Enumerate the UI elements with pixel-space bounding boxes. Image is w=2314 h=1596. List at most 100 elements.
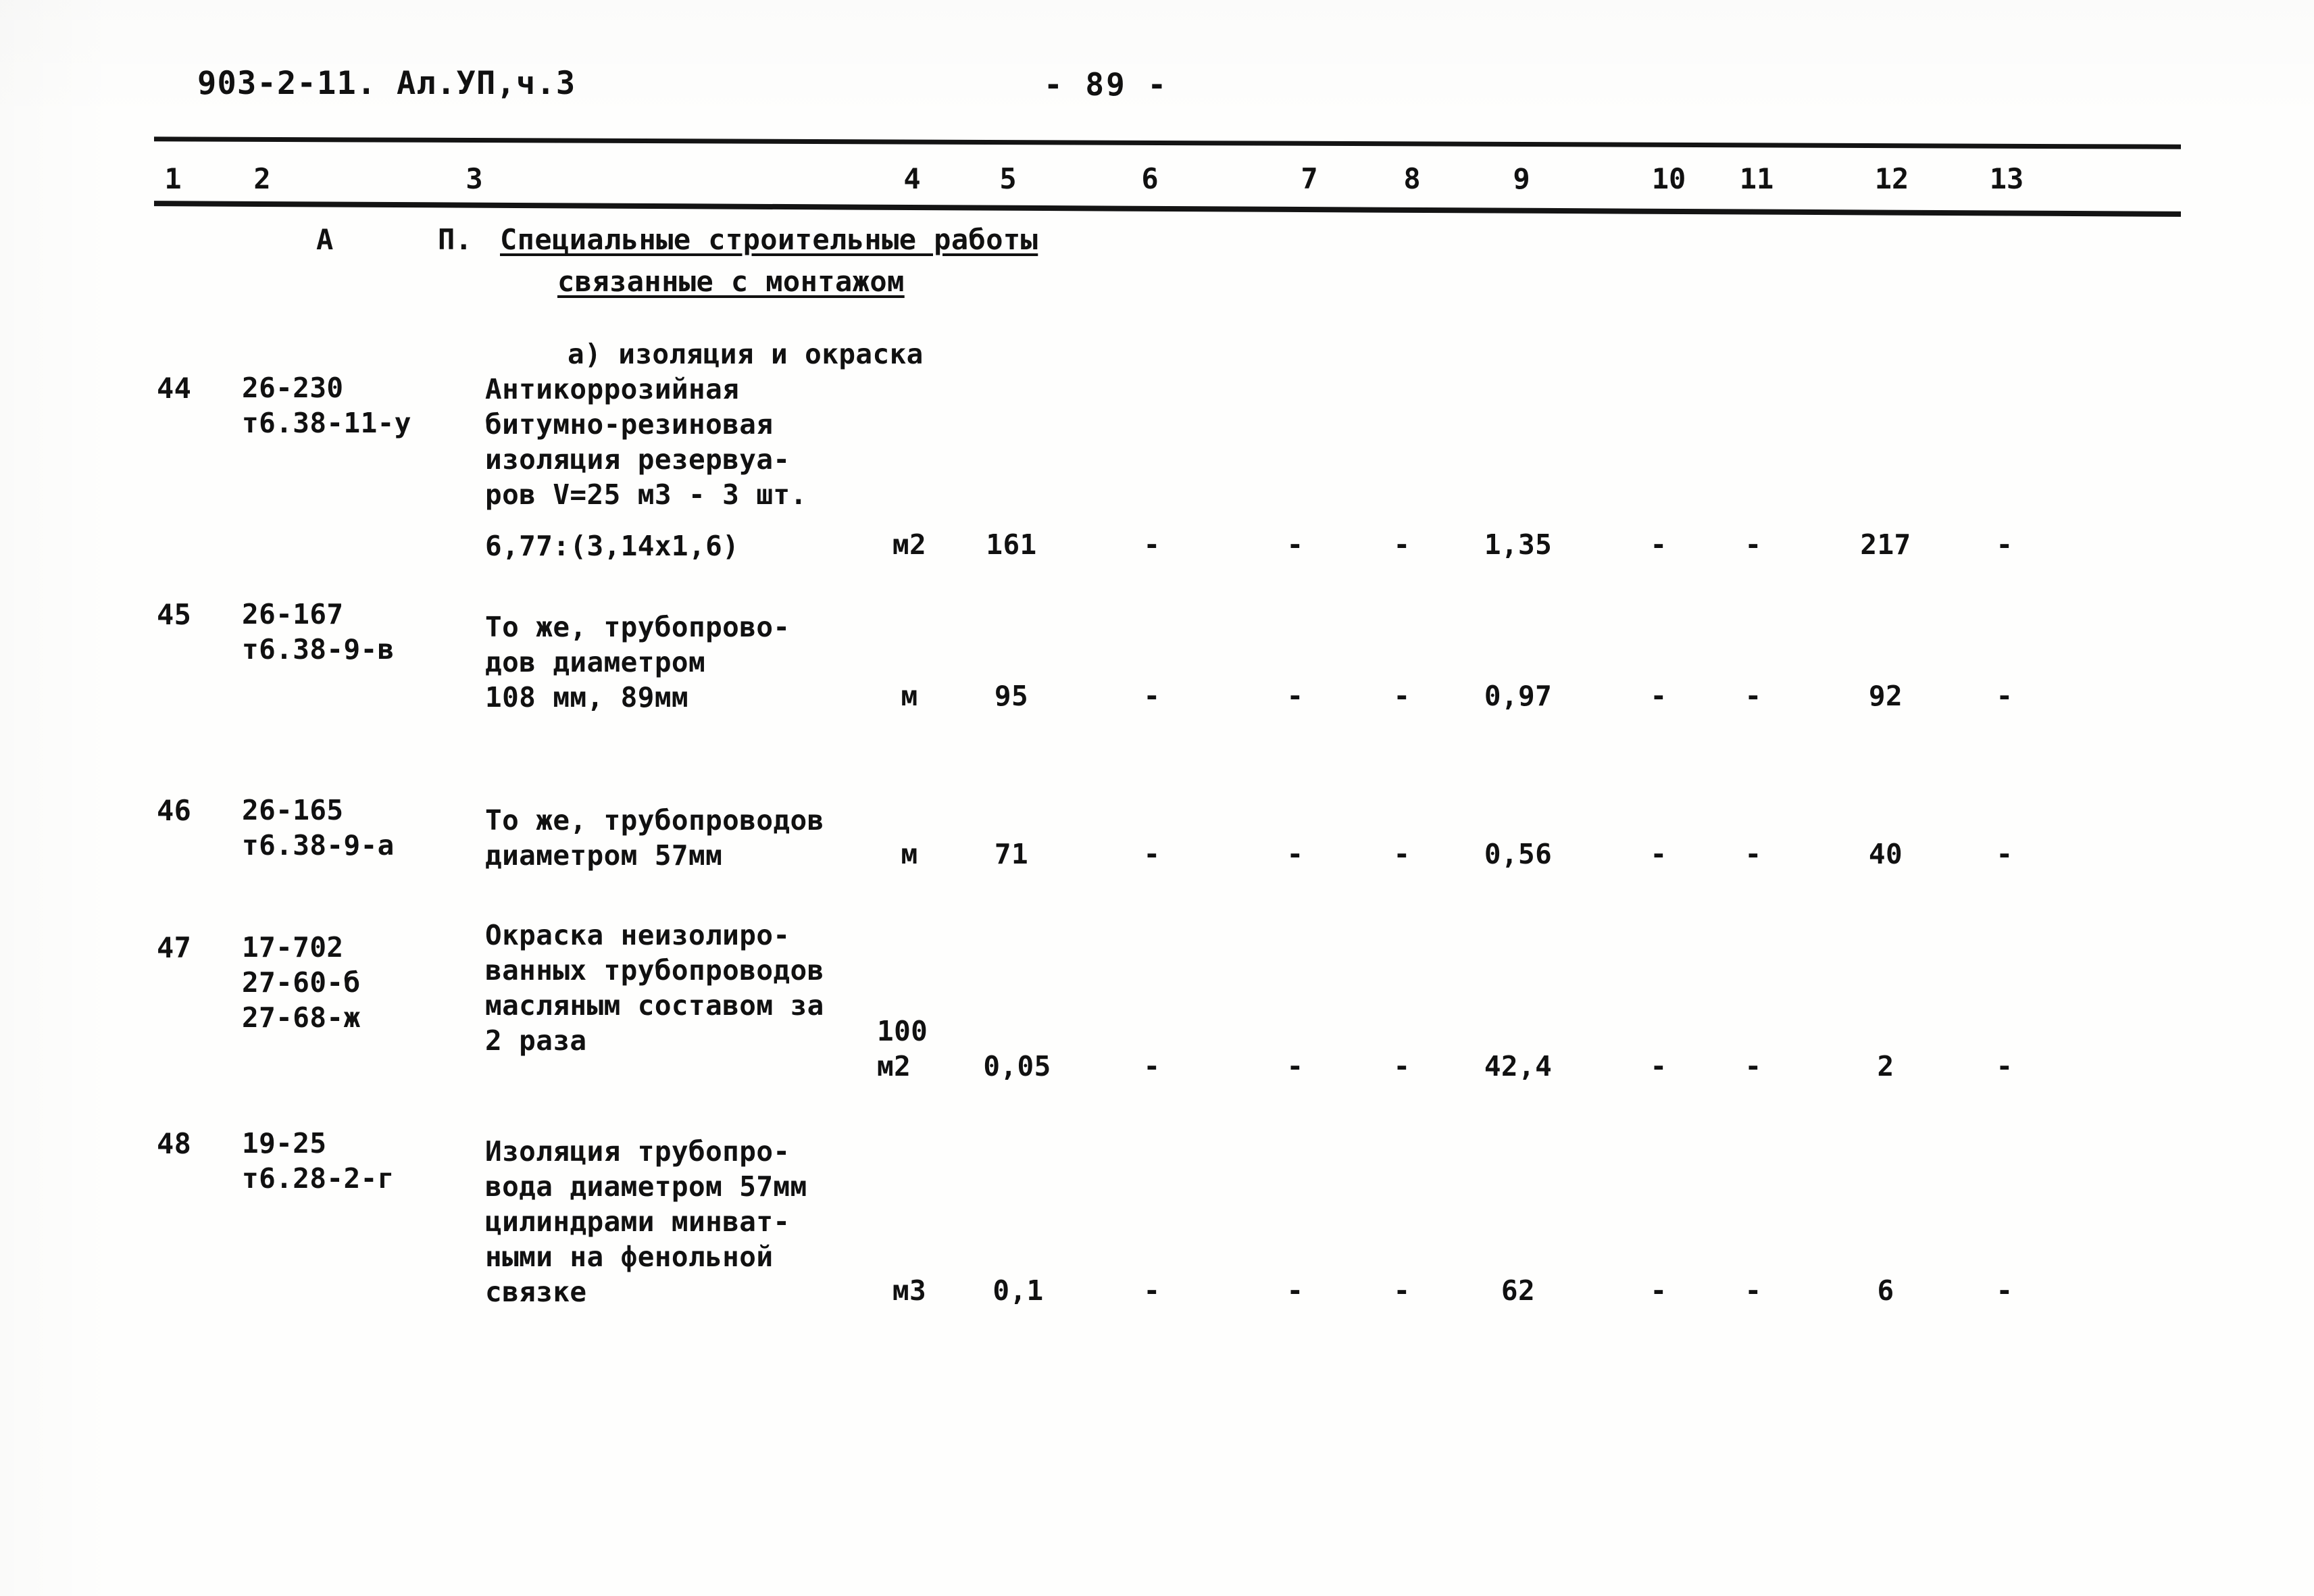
column-number-13: 13 [1989, 162, 2024, 195]
table-top-rule [153, 136, 2182, 149]
column-number-row: 1 2 3 4 5 6 7 8 9 10 11 12 13 [0, 162, 2314, 204]
row-col-5: 0,05 [983, 1050, 1051, 1082]
row-col-6: - [1143, 1050, 1161, 1082]
row-col-12: 92 [1868, 680, 1903, 712]
column-number-2: 2 [253, 162, 271, 195]
row-col-11: - [1744, 1050, 1762, 1082]
row-description-line: Изоляция трубопро- [485, 1135, 790, 1168]
row-col-12: 6 [1877, 1274, 1894, 1307]
row-description-line: 2 раза [485, 1024, 587, 1057]
row-col-12: 40 [1868, 838, 1903, 870]
column-number-12: 12 [1874, 162, 1909, 195]
row-description-line: изоляция резервуа- [485, 443, 790, 476]
row-col-11: - [1744, 1274, 1762, 1307]
row-code-line: 19-25 [242, 1127, 327, 1159]
row-unit: м3 [892, 1274, 927, 1307]
row-description-line: масляным составом за [485, 989, 824, 1022]
row-description-line: диаметром 57мм [485, 839, 723, 872]
row-col-6: - [1143, 838, 1161, 870]
row-col-8: - [1393, 1274, 1411, 1307]
row-col-7: - [1286, 1274, 1304, 1307]
row-col-9: 0,97 [1484, 680, 1553, 712]
row-description-line: Окраска неизолиро- [485, 919, 790, 951]
row-col-6: - [1143, 1274, 1161, 1307]
row-col-10: - [1650, 680, 1667, 712]
row-code-line: 26-167 [242, 598, 344, 630]
row-col-10: - [1650, 1050, 1667, 1082]
row-col-5: 0,1 [992, 1274, 1044, 1307]
row-col-10: - [1650, 528, 1667, 561]
row-col-7: - [1286, 838, 1304, 870]
row-description-line: связке [485, 1276, 587, 1308]
row-number: 44 [157, 372, 192, 405]
section-number: П. [438, 223, 473, 256]
row-code-line: т6.38-9-а [242, 829, 395, 862]
page-number: - 89 - [1044, 66, 1169, 103]
row-col-8: - [1393, 1050, 1411, 1082]
row-col-10: - [1650, 1274, 1667, 1307]
row-code-line: 27-60-б [242, 966, 361, 999]
row-code-line: 26-230 [242, 372, 344, 404]
row-code-line: т6.38-11-у [242, 407, 411, 439]
row-description-line: То же, трубопрово- [485, 611, 790, 643]
row-description-line: ров V=25 м3 - 3 шт. [485, 478, 807, 511]
row-col-9: 0,56 [1484, 838, 1553, 870]
row-number: 45 [157, 598, 192, 631]
document-page: 903-2-11. Ал.УП,ч.3 - 89 - 1 2 3 4 5 6 7… [0, 0, 2314, 1596]
row-col-12: 2 [1877, 1050, 1894, 1082]
column-number-1: 1 [164, 162, 182, 195]
document-header: 903-2-11. Ал.УП,ч.3 - 89 - [0, 65, 2314, 112]
row-description-line: ванных трубопроводов [485, 954, 824, 987]
subsection-label: а) изоляция и окраска [568, 338, 924, 370]
row-code-line: 17-702 [242, 931, 344, 964]
row-unit: м2 [892, 528, 927, 561]
column-number-9: 9 [1513, 162, 1530, 195]
row-description-line: 108 мм, 89мм [485, 681, 689, 714]
row-col-9: 42,4 [1484, 1050, 1553, 1082]
row-col-6: - [1143, 680, 1161, 712]
row-col-13: - [1996, 680, 2013, 712]
row-description-line: ными на фенольной [485, 1241, 774, 1273]
row-number: 48 [157, 1127, 192, 1160]
row-col-11: - [1744, 838, 1762, 870]
row-col-5: 95 [994, 680, 1029, 712]
row-col-13: - [1996, 528, 2013, 561]
row-col-13: - [1996, 1050, 2013, 1082]
row-unit-multiplier: 100 [877, 1015, 928, 1047]
row-col-5: 161 [986, 528, 1037, 561]
row-description-line: дов диаметром [485, 646, 706, 678]
row-description-line: цилиндрами минват- [485, 1205, 790, 1238]
row-code-line: т6.28-2-г [242, 1162, 395, 1195]
section-title-line1: Специальные строительные работы [500, 223, 1038, 256]
column-number-4: 4 [903, 162, 921, 195]
row-col-7: - [1286, 680, 1304, 712]
row-col-8: - [1393, 838, 1411, 870]
column-number-7: 7 [1301, 162, 1318, 195]
row-description-line: То же, трубопроводов [485, 804, 824, 837]
row-code-line: 26-165 [242, 794, 344, 826]
column-number-11: 11 [1739, 162, 1774, 195]
row-col-8: - [1393, 680, 1411, 712]
row-col-7: - [1286, 528, 1304, 561]
row-unit: м [901, 838, 918, 870]
row-col-8: - [1393, 528, 1411, 561]
row-col-6: - [1143, 528, 1161, 561]
row-code-line: 27-68-ж [242, 1001, 361, 1034]
row-col-5: 71 [994, 838, 1029, 870]
section-title-line2: связанные с монтажом [557, 265, 905, 298]
row-col-9: 62 [1501, 1274, 1536, 1307]
row-col-9: 1,35 [1484, 528, 1553, 561]
row-number: 46 [157, 794, 192, 827]
column-number-3: 3 [466, 162, 483, 195]
row-description-line: вода диаметром 57мм [485, 1170, 807, 1203]
column-number-5: 5 [999, 162, 1017, 195]
row-number: 47 [157, 931, 192, 964]
row-code-line: т6.38-9-в [242, 633, 395, 666]
column-number-8: 8 [1403, 162, 1421, 195]
row-formula: 6,77:(3,14х1,6) [485, 530, 740, 562]
row-col-7: - [1286, 1050, 1304, 1082]
row-unit: м2 [877, 1050, 911, 1082]
row-description-line: битумно-резиновая [485, 408, 774, 441]
column-number-6: 6 [1141, 162, 1159, 195]
column-number-10: 10 [1651, 162, 1686, 195]
